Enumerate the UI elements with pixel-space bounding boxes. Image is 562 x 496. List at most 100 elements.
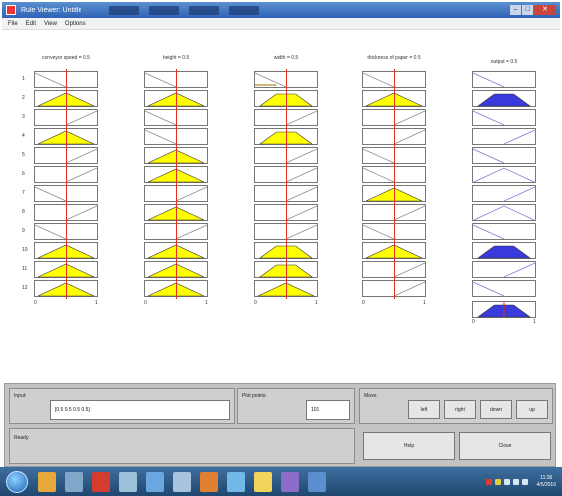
- app-icon[interactable]: [308, 471, 326, 492]
- menu-bar: File Edit View Options: [2, 18, 560, 30]
- window-controls: – □ ✕: [510, 5, 556, 15]
- move-up-button[interactable]: up: [516, 400, 548, 419]
- output-membership-plot: [472, 147, 536, 164]
- matlab-taskbar-icon[interactable]: [254, 471, 272, 492]
- axis-tick-label: 0: [254, 300, 257, 306]
- close-window-button[interactable]: ✕: [534, 5, 556, 15]
- os-taskbar: 11:36 4/5/2016: [0, 467, 562, 496]
- output-membership-plot: [472, 261, 536, 278]
- rule-number: 8: [22, 209, 25, 215]
- column-title: output = 0.5: [490, 59, 518, 65]
- column-title: width = 0.5: [273, 55, 299, 61]
- media-icon[interactable]: [65, 471, 83, 492]
- taskbar-apps: [38, 471, 326, 492]
- control-panel: Input: [0.5 0.5 0.5 0.5] Plot points: 10…: [4, 383, 556, 467]
- app-icon[interactable]: [281, 471, 299, 492]
- menu-view[interactable]: View: [44, 21, 57, 27]
- titlebar-block: [229, 5, 259, 15]
- rule-number: 12: [22, 285, 28, 291]
- pdf-icon[interactable]: [92, 471, 110, 492]
- matlab-app-icon: [6, 5, 16, 15]
- plot-points-field[interactable]: 101: [306, 400, 350, 420]
- clock-date: 4/5/2016: [536, 481, 556, 488]
- aggregated-output-plot: [472, 301, 536, 318]
- output-membership-plot: [472, 166, 536, 183]
- column-title: thickness of paper = 0.5: [367, 55, 421, 61]
- output-membership-plot: [472, 280, 536, 297]
- rule-number: 2: [22, 95, 25, 101]
- rule-number: 10: [22, 247, 28, 253]
- rule-number: 1: [22, 76, 25, 82]
- minimize-button[interactable]: –: [510, 5, 521, 15]
- output-membership-plot: [472, 71, 536, 88]
- menu-edit[interactable]: Edit: [26, 21, 36, 27]
- volume-icon[interactable]: [521, 478, 528, 485]
- input-value-marker[interactable]: [286, 69, 287, 299]
- rule-number: 7: [22, 190, 25, 196]
- input-value-marker[interactable]: [176, 69, 177, 299]
- menu-options[interactable]: Options: [65, 21, 86, 27]
- axis-tick-label: 1: [315, 300, 318, 306]
- axis-tick-label: 1: [533, 319, 536, 325]
- output-membership-plot: [472, 128, 536, 145]
- plot-points-label: Plot points:: [242, 393, 267, 399]
- axis-tick-label: 0: [362, 300, 365, 306]
- output-membership-plot: [472, 242, 536, 259]
- column-title: height = 0.5: [162, 55, 190, 61]
- status-text: Ready: [14, 435, 29, 441]
- input-value-marker[interactable]: [394, 69, 395, 299]
- plot-points-group: Plot points: 101: [237, 388, 355, 424]
- browser-icon[interactable]: [146, 471, 164, 492]
- tray-icon[interactable]: [485, 478, 492, 485]
- start-button[interactable]: [6, 470, 28, 493]
- rule-number: 6: [22, 171, 25, 177]
- input-field[interactable]: [0.5 0.5 0.5 0.5]: [50, 400, 230, 420]
- axis-tick-label: 0: [144, 300, 147, 306]
- status-group: Ready: [9, 428, 355, 464]
- move-label: Move:: [364, 393, 378, 399]
- rule-number: 5: [22, 152, 25, 158]
- rule-number: 11: [22, 266, 28, 272]
- output-membership-plot: [472, 90, 536, 107]
- axis-tick-label: 0: [34, 300, 37, 306]
- folder-icon[interactable]: [38, 471, 56, 492]
- move-group: Move: left right down up: [359, 388, 553, 424]
- column-title: conveyor speed = 0.5: [42, 55, 90, 61]
- menu-file[interactable]: File: [8, 21, 18, 27]
- titlebar-blocks: [109, 5, 259, 15]
- move-down-button[interactable]: down: [480, 400, 512, 419]
- app-icon[interactable]: [173, 471, 191, 492]
- maximize-button[interactable]: □: [522, 5, 533, 15]
- app-icon[interactable]: [200, 471, 218, 492]
- window-titlebar[interactable]: Rule Viewer: Untitled (FIS) – □ ✕: [2, 2, 560, 18]
- move-left-button[interactable]: left: [408, 400, 440, 419]
- input-group: Input: [0.5 0.5 0.5 0.5]: [9, 388, 235, 424]
- output-membership-plot: [472, 185, 536, 202]
- input-label: Input:: [14, 393, 27, 399]
- help-button[interactable]: Help: [363, 432, 455, 460]
- rule-number: 9: [22, 228, 25, 234]
- network-icon[interactable]: [512, 478, 519, 485]
- axis-tick-label: 1: [205, 300, 208, 306]
- input-value-marker[interactable]: [66, 69, 67, 299]
- move-right-button[interactable]: right: [444, 400, 476, 419]
- rule-viewer-figure[interactable]: conveyor speed = 0.5 height = 0.5 width = …: [4, 31, 556, 379]
- rule-number: 3: [22, 114, 25, 120]
- axis-tick-label: 1: [423, 300, 426, 306]
- output-membership-plot: [472, 223, 536, 240]
- system-tray: 11:36 4/5/2016: [485, 475, 556, 489]
- window-title: Rule Viewer: Untitled (FIS): [21, 6, 81, 14]
- app-icon[interactable]: [119, 471, 137, 492]
- axis-tick-label: 1: [95, 300, 98, 306]
- taskbar-clock[interactable]: 11:36 4/5/2016: [537, 475, 556, 489]
- titlebar-block: [109, 5, 139, 15]
- rule-number: 4: [22, 133, 25, 139]
- axis-tick-label: 0: [472, 319, 475, 325]
- titlebar-block: [149, 5, 179, 15]
- close-button[interactable]: Close: [459, 432, 551, 460]
- app-icon[interactable]: [227, 471, 245, 492]
- tray-icon[interactable]: [494, 478, 501, 485]
- titlebar-block: [189, 5, 219, 15]
- tray-icon[interactable]: [503, 478, 510, 485]
- output-membership-plot: [472, 204, 536, 221]
